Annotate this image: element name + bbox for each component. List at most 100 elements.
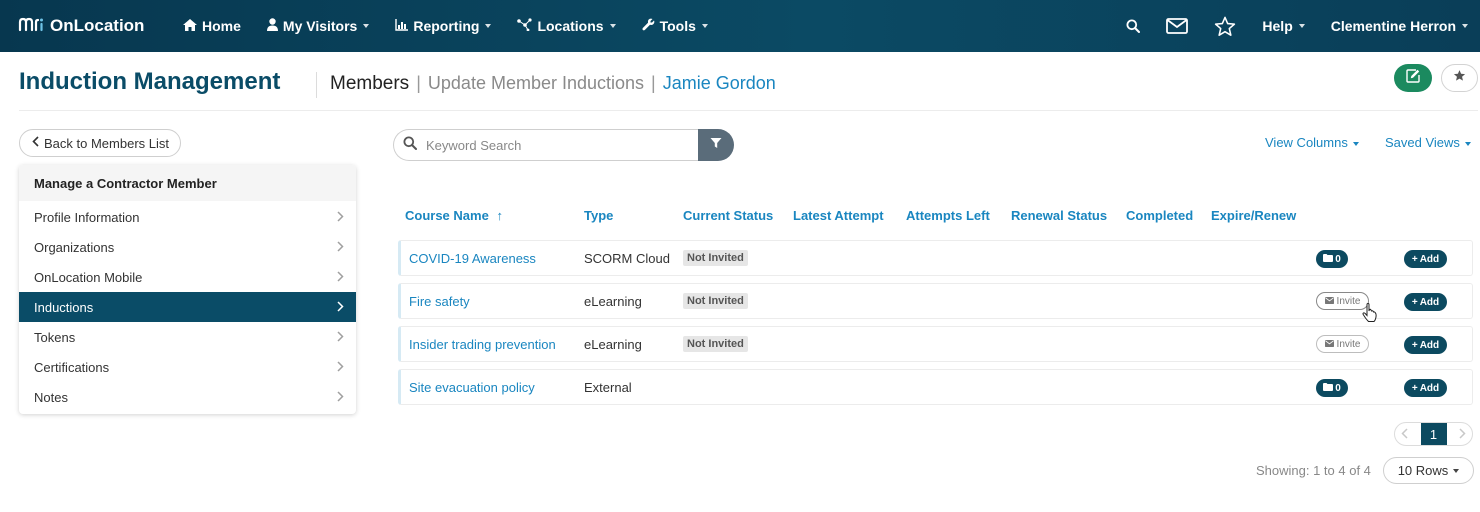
course-type: External — [584, 379, 632, 395]
course-type: eLearning — [584, 336, 642, 352]
envelope-icon — [1324, 339, 1334, 350]
rows-per-page-select[interactable]: 10 Rows — [1383, 457, 1474, 484]
wrench-icon — [641, 18, 655, 34]
sidebar-item-label: Organizations — [34, 239, 115, 255]
column-header-current-status[interactable]: Current Status — [683, 208, 773, 223]
column-header-latest-attempt[interactable]: Latest Attempt — [793, 208, 884, 223]
sidebar-item-label: Tokens — [34, 329, 76, 345]
navbar-right: Help Clementine Herron — [1122, 0, 1480, 52]
edit-button[interactable] — [1394, 64, 1432, 92]
sidebar-item-inductions[interactable]: Inductions — [19, 292, 356, 322]
course-name-link[interactable]: Fire safety — [409, 294, 470, 309]
column-header-completed[interactable]: Completed — [1126, 208, 1193, 223]
mail-icon[interactable] — [1166, 15, 1189, 37]
breadcrumb-separator: | — [651, 73, 656, 93]
filter-button[interactable] — [698, 129, 734, 161]
breadcrumb-update-inductions: Update Member Inductions — [427, 73, 645, 93]
nav-my-visitors[interactable]: My Visitors — [266, 18, 370, 34]
favorites-star-icon[interactable] — [1214, 15, 1236, 37]
status-badge: Not Invited — [683, 293, 748, 309]
edit-icon — [1406, 68, 1420, 88]
sidebar-item-profile-information[interactable]: Profile Information — [19, 202, 356, 232]
folder-icon — [1323, 382, 1334, 394]
course-name-link[interactable]: Site evacuation policy — [409, 380, 535, 395]
header-divider — [19, 110, 1478, 111]
column-header-expire-renew[interactable]: Expire/Renew — [1211, 208, 1296, 223]
sidebar-item-onlocation-mobile[interactable]: OnLocation Mobile — [19, 262, 356, 292]
search-icon[interactable] — [1122, 15, 1144, 37]
column-header-type[interactable]: Type — [584, 208, 613, 223]
chevron-down-icon — [1453, 468, 1460, 473]
sidebar-item-label: Inductions — [34, 299, 94, 315]
chevron-down-icon — [1298, 24, 1305, 28]
column-header-renewal-status[interactable]: Renewal Status — [1011, 208, 1107, 223]
nav-locations-label: Locations — [537, 18, 604, 34]
sidebar-item-certifications[interactable]: Certifications — [19, 352, 356, 382]
breadcrumb-member-name[interactable]: Jamie Gordon — [663, 73, 776, 93]
brand-logo[interactable]: OnLocation — [18, 16, 183, 37]
user-icon — [266, 18, 278, 34]
saved-views-label: Saved Views — [1385, 135, 1460, 150]
sidebar-item-tokens[interactable]: Tokens — [19, 322, 356, 352]
previous-page-icon[interactable] — [1401, 427, 1408, 442]
attachments-button[interactable]: 0 — [1316, 250, 1348, 268]
nav-tools[interactable]: Tools — [641, 18, 708, 34]
status-badge: Not Invited — [683, 250, 748, 266]
chevron-down-icon — [1464, 141, 1471, 146]
home-icon — [183, 18, 197, 34]
page-title: Induction Management — [19, 68, 281, 95]
chevron-right-icon — [337, 329, 344, 345]
star-icon — [1453, 69, 1466, 87]
sidebar-menu: Manage a Contractor Member Profile Infor… — [19, 165, 356, 414]
next-page-icon[interactable] — [1459, 427, 1466, 442]
keyword-search-input[interactable] — [426, 137, 676, 153]
course-type: eLearning — [584, 293, 642, 309]
search-icon — [403, 136, 417, 155]
column-header-course-name[interactable]: Course Name ↑ — [405, 208, 503, 223]
course-type: SCORM Cloud — [584, 250, 670, 266]
back-button-label: Back to Members List — [44, 135, 169, 151]
sidebar-item-organizations[interactable]: Organizations — [19, 232, 356, 262]
chevron-right-icon — [337, 299, 344, 315]
plus-icon: + — [1411, 339, 1418, 351]
breadcrumb-members[interactable]: Members — [330, 73, 409, 94]
chevron-left-icon — [32, 136, 39, 150]
column-header-label: Course Name — [405, 208, 489, 223]
view-columns-dropdown[interactable]: View Columns — [1265, 135, 1359, 150]
nav-locations[interactable]: Locations — [517, 18, 616, 34]
page-number-button[interactable]: 1 — [1420, 423, 1447, 445]
invite-button[interactable]: Invite — [1316, 335, 1369, 353]
chevron-down-icon — [701, 24, 708, 28]
nav-home-label: Home — [202, 18, 241, 34]
favorite-button[interactable] — [1441, 64, 1478, 92]
nav-reporting-label: Reporting — [413, 18, 480, 34]
help-menu[interactable]: Help — [1262, 18, 1305, 34]
add-button[interactable]: + Add — [1404, 336, 1447, 354]
invite-label: Invite — [1336, 295, 1361, 307]
add-button[interactable]: + Add — [1404, 379, 1447, 397]
column-header-attempts-left[interactable]: Attempts Left — [906, 208, 990, 223]
sort-ascending-icon: ↑ — [496, 208, 503, 223]
nav-reporting[interactable]: Reporting — [395, 18, 492, 34]
sidebar-item-label: Notes — [34, 389, 68, 405]
table-row: Site evacuation policy External 0 + Add — [398, 369, 1473, 405]
user-menu[interactable]: Clementine Herron — [1331, 18, 1468, 34]
saved-views-dropdown[interactable]: Saved Views — [1385, 135, 1471, 150]
sidebar-item-label: Certifications — [34, 359, 110, 375]
sidebar-item-label: Profile Information — [34, 209, 140, 225]
plus-icon: + — [1411, 296, 1418, 308]
course-name-link[interactable]: Insider trading prevention — [409, 337, 556, 352]
add-button[interactable]: + Add — [1404, 250, 1447, 268]
attachments-button[interactable]: 0 — [1316, 379, 1348, 397]
folder-icon — [1323, 253, 1334, 265]
sidebar-item-notes[interactable]: Notes — [19, 382, 356, 412]
add-button[interactable]: + Add — [1404, 293, 1447, 311]
back-to-members-button[interactable]: Back to Members List — [19, 129, 181, 157]
mri-logo-icon — [18, 16, 44, 37]
chevron-right-icon — [337, 209, 344, 225]
plus-icon: + — [1411, 382, 1418, 394]
nav-home[interactable]: Home — [183, 18, 241, 34]
add-label: Add — [1419, 296, 1440, 308]
course-name-link[interactable]: COVID-19 Awareness — [409, 251, 536, 266]
breadcrumb-separator: | — [416, 73, 421, 93]
